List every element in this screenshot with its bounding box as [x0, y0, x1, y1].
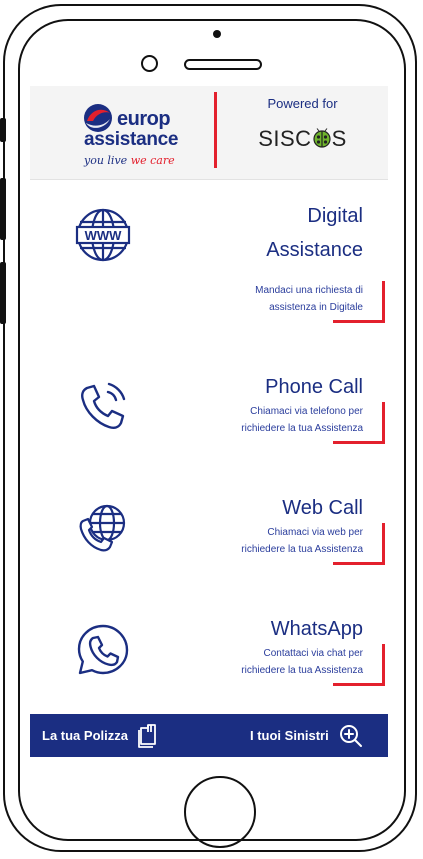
red-corner-mark-base [333, 441, 385, 444]
www-globe-icon: WWW [75, 208, 131, 262]
service-description: Chiamaci via web per [267, 527, 363, 538]
service-web-call[interactable]: Web Call Chiamaci via web per richiedere… [30, 493, 388, 579]
service-title: Web Call [282, 497, 363, 519]
app-screen: europ assistance you live we care Powere… [30, 86, 388, 763]
logo-assistance-text: assistance [84, 129, 179, 150]
whatsapp-icon [77, 624, 129, 675]
service-title: Digital [307, 205, 363, 227]
proximity-sensor [213, 30, 221, 38]
red-corner-mark [382, 523, 385, 565]
service-description-line2: richiedere la tua Assistenza [241, 423, 363, 434]
red-corner-mark-base [333, 320, 385, 323]
bottom-nav-bar: La tua Polizza I tuoi Sinistri [30, 714, 388, 757]
service-description-line2: assistenza in Digitale [269, 302, 363, 313]
home-button[interactable] [184, 776, 256, 848]
svg-text:WWW: WWW [85, 228, 123, 243]
red-corner-mark-base [333, 683, 385, 686]
front-camera [141, 55, 158, 72]
europ-assistance-logo: europ assistance you live we care [55, 94, 205, 174]
siscos-text-end: S [331, 126, 347, 151]
siscos-text-start: SISC [258, 126, 312, 151]
powered-for-label: Powered for [267, 96, 338, 111]
header-divider [214, 92, 217, 168]
red-corner-mark [382, 644, 385, 686]
volume-up-button [0, 178, 6, 240]
service-description-line2: richiedere la tua Assistenza [241, 544, 363, 555]
policy-nav-button[interactable]: La tua Polizza [42, 714, 158, 757]
siscos-logo: SISC S [220, 126, 385, 152]
service-title-line2: Assistance [266, 239, 363, 261]
volume-down-button [0, 262, 6, 324]
document-icon [138, 723, 156, 748]
service-description: Contattaci via chat per [263, 648, 364, 659]
app-header: europ assistance you live we care Powere… [30, 86, 388, 180]
service-phone-call[interactable]: Phone Call Chiamaci via telefono per ric… [30, 372, 388, 458]
logo-europ-text: europ [117, 108, 171, 130]
service-description-line2: richiedere la tua Assistenza [241, 665, 363, 676]
claims-nav-button[interactable]: I tuoi Sinistri [250, 714, 363, 757]
phone-call-icon [81, 382, 126, 429]
claims-label: I tuoi Sinistri [250, 728, 329, 743]
red-corner-mark-base [333, 562, 385, 565]
tagline-start: you live [84, 154, 128, 167]
service-description: Chiamaci via telefono per [250, 406, 363, 417]
service-title: Phone Call [265, 376, 363, 398]
service-whatsapp[interactable]: WhatsApp Contattaci via chat per richied… [30, 614, 388, 700]
service-description: Mandaci una richiesta di [255, 285, 363, 296]
zoom-in-icon [339, 724, 362, 747]
policy-label: La tua Polizza [42, 728, 128, 743]
earpiece-speaker [184, 59, 262, 70]
logo-tagline: you live we care [84, 154, 175, 167]
ladybug-icon [312, 128, 331, 148]
side-button [0, 118, 6, 142]
service-digital-assistance[interactable]: WWW Digital Assistance Mandaci una richi… [30, 201, 388, 341]
web-call-icon [79, 504, 126, 552]
red-corner-mark [382, 402, 385, 444]
red-corner-mark [382, 281, 385, 323]
service-title: WhatsApp [270, 618, 363, 640]
tagline-end: we care [130, 154, 175, 167]
